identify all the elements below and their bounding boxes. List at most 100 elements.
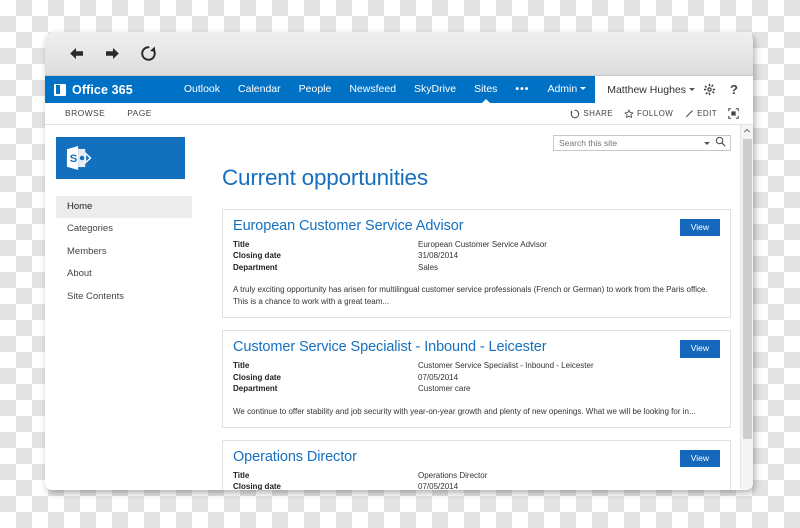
search-input[interactable] xyxy=(559,138,702,148)
chevron-down-icon xyxy=(580,87,587,90)
office365-brand[interactable]: Office 365 xyxy=(45,83,133,97)
field-label-title: Title xyxy=(233,361,250,371)
field-value-title: Customer Service Specialist - Inbound - … xyxy=(418,361,594,371)
suite-overflow-icon[interactable]: ••• xyxy=(506,76,538,103)
suite-link-newsfeed[interactable]: Newsfeed xyxy=(340,76,405,103)
sidebar-item-categories[interactable]: Categories xyxy=(56,218,192,240)
share-label: SHARE xyxy=(583,109,613,118)
field-row-title: Title Operations Director xyxy=(233,470,720,482)
job-card-header: European Customer Service Advisor View xyxy=(233,218,720,238)
field-label-closing-date: Closing date xyxy=(233,251,282,261)
field-label-department: Department xyxy=(233,384,278,394)
office365-suite-bar: Office 365 Outlook Calendar People Newsf… xyxy=(45,76,753,103)
job-card-header: Operations Director View xyxy=(233,449,720,469)
ribbon-bar: BROWSE PAGE SHARE FOLLOW EDIT xyxy=(45,103,753,125)
job-title-link[interactable]: European Customer Service Advisor xyxy=(233,218,464,235)
suite-link-calendar[interactable]: Calendar xyxy=(229,76,290,103)
job-title-link[interactable]: Operations Director xyxy=(233,449,357,466)
sidebar-item-about[interactable]: About xyxy=(56,263,192,285)
job-description: A truly exciting opportunity has arisen … xyxy=(233,285,708,307)
back-icon[interactable] xyxy=(61,39,91,69)
scroll-up-icon[interactable] xyxy=(741,125,753,137)
page-body: S Home Categories Members About Site Con… xyxy=(45,125,753,490)
help-label: ? xyxy=(730,82,738,97)
job-fields: Title Customer Service Specialist - Inbo… xyxy=(233,360,720,395)
edit-label: EDIT xyxy=(697,109,717,118)
search-row xyxy=(222,135,731,151)
field-label-title: Title xyxy=(233,470,250,480)
field-row-title: Title European Customer Service Advisor xyxy=(233,239,720,251)
job-card: European Customer Service Advisor View T… xyxy=(222,209,731,319)
field-row-closing-date: Closing date 31/08/2014 xyxy=(233,250,720,262)
job-fields: Title European Customer Service Advisor … xyxy=(233,239,720,274)
field-value-department: Customer care xyxy=(418,384,471,394)
chevron-down-icon xyxy=(689,87,695,91)
field-value-closing-date: 07/05/2014 xyxy=(418,372,459,382)
job-fields: Title Operations Director Closing date 0… xyxy=(233,470,720,490)
suite-link-skydrive[interactable]: SkyDrive xyxy=(405,76,465,103)
view-button[interactable]: View xyxy=(679,219,720,237)
sharepoint-logo-icon[interactable]: S xyxy=(56,137,185,179)
field-label-title: Title xyxy=(233,239,250,249)
field-label-closing-date: Closing date xyxy=(233,372,282,382)
sidebar: S Home Categories Members About Site Con… xyxy=(45,125,210,489)
reload-icon[interactable] xyxy=(133,39,163,69)
ribbon-tab-browse[interactable]: BROWSE xyxy=(54,103,116,124)
view-button[interactable]: View xyxy=(679,340,720,358)
field-label-department: Department xyxy=(233,262,278,272)
vertical-scrollbar[interactable] xyxy=(740,125,753,489)
job-description: We continue to offer stability and job s… xyxy=(233,406,696,416)
job-card-header: Customer Service Specialist - Inbound - … xyxy=(233,339,720,359)
follow-label: FOLLOW xyxy=(636,109,674,118)
suite-link-outlook[interactable]: Outlook xyxy=(175,76,229,103)
ribbon-tab-page[interactable]: PAGE xyxy=(116,103,163,124)
admin-label: Admin xyxy=(547,83,578,95)
forward-icon[interactable] xyxy=(97,39,127,69)
sidebar-item-site-contents[interactable]: Site Contents xyxy=(56,286,192,308)
search-box[interactable] xyxy=(553,135,731,151)
field-label-closing-date: Closing date xyxy=(233,482,282,490)
pencil-icon xyxy=(685,109,694,117)
suite-link-sites[interactable]: Sites xyxy=(465,76,506,103)
suite-nav: Outlook Calendar People Newsfeed SkyDriv… xyxy=(175,76,753,103)
field-value-closing-date: 07/05/2014 xyxy=(418,482,459,490)
suite-link-admin[interactable]: Admin xyxy=(538,76,595,103)
share-icon xyxy=(570,109,580,118)
focus-on-content-icon[interactable] xyxy=(728,108,739,119)
ribbon-actions: SHARE FOLLOW EDIT xyxy=(570,108,744,119)
sidebar-item-members[interactable]: Members xyxy=(56,241,192,263)
view-button[interactable]: View xyxy=(679,449,720,467)
browser-window: Office 365 Outlook Calendar People Newsf… xyxy=(45,32,753,490)
field-value-title: European Customer Service Advisor xyxy=(418,239,547,249)
svg-text:S: S xyxy=(70,153,78,165)
browser-toolbar xyxy=(45,32,753,76)
share-button[interactable]: SHARE xyxy=(570,109,613,119)
job-card: Customer Service Specialist - Inbound - … xyxy=(222,330,731,428)
sidebar-nav: Home Categories Members About Site Conte… xyxy=(56,196,192,308)
field-row-department: Department Sales xyxy=(233,262,720,274)
main-content: Current opportunities European Customer … xyxy=(210,125,753,490)
page-title: Current opportunities xyxy=(222,165,428,190)
field-value-closing-date: 31/08/2014 xyxy=(418,251,459,261)
follow-button[interactable]: FOLLOW xyxy=(624,109,673,119)
field-row-title: Title Customer Service Specialist - Inbo… xyxy=(233,360,720,372)
job-title-link[interactable]: Customer Service Specialist - Inbound - … xyxy=(233,339,547,356)
edit-button[interactable]: EDIT xyxy=(684,109,717,119)
field-value-title: Operations Director xyxy=(418,470,488,480)
job-card: Operations Director View Title Operation… xyxy=(222,439,731,490)
field-row-closing-date: Closing date 07/05/2014 xyxy=(233,372,720,384)
user-menu[interactable]: Matthew Hughes xyxy=(607,84,695,96)
office-waffle-icon xyxy=(54,83,66,96)
chevron-down-icon[interactable] xyxy=(704,141,710,145)
search-icon[interactable] xyxy=(715,134,726,152)
gear-icon[interactable] xyxy=(698,79,720,101)
scrollbar-thumb[interactable] xyxy=(743,139,752,439)
sidebar-item-home[interactable]: Home xyxy=(56,196,192,219)
star-icon xyxy=(624,109,634,118)
field-row-department: Department Customer care xyxy=(233,383,720,395)
user-name-label: Matthew Hughes xyxy=(607,83,686,96)
suite-bar-right: Matthew Hughes ? xyxy=(595,76,753,103)
help-icon[interactable]: ? xyxy=(723,79,745,101)
field-row-closing-date: Closing date 07/05/2014 xyxy=(233,481,720,490)
suite-link-people[interactable]: People xyxy=(290,76,341,103)
